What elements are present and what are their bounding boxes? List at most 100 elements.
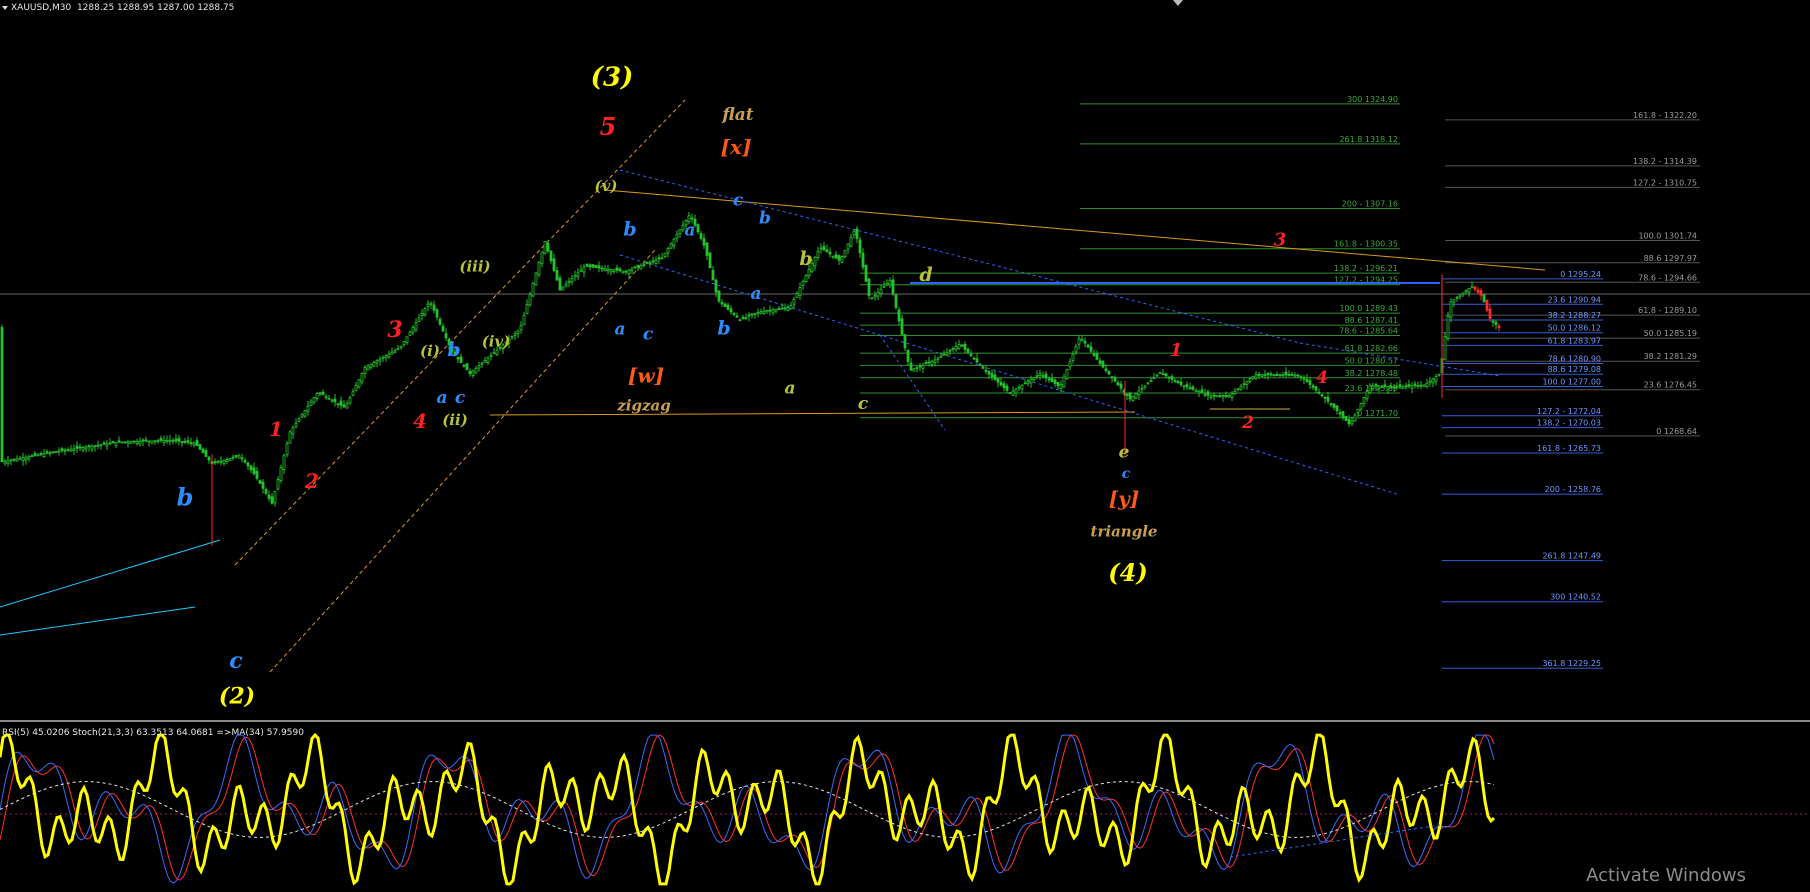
candle-body	[978, 363, 982, 366]
candle-body	[1071, 353, 1075, 361]
candle-body	[1260, 374, 1264, 378]
wave-label: b	[177, 483, 194, 512]
candle-body	[1377, 385, 1381, 389]
trendline	[269, 249, 656, 673]
candle-body	[432, 304, 436, 311]
candle-body	[1365, 391, 1369, 400]
candle-body	[1455, 296, 1459, 299]
candle-body	[1392, 386, 1396, 389]
candle-body	[1134, 393, 1138, 399]
fib-level-label: 61.8 - 1289.10	[1638, 306, 1697, 315]
candle-body	[726, 304, 730, 310]
chart-shift-marker[interactable]	[1173, 0, 1183, 6]
fib-level-label: 61.8 1283.97	[1548, 336, 1601, 345]
fib-level-label: 78.6 1280.90	[1548, 354, 1601, 363]
fib-level-label: 61.8 1282.66	[1345, 344, 1398, 353]
wave-label: flat	[721, 105, 753, 125]
oscillator-header: RSI(5) 45.0206 Stoch(21,3,3) 63.3513 64.…	[2, 728, 304, 738]
candle-body	[1116, 382, 1120, 386]
candle-body	[1293, 374, 1297, 377]
fib-level-label: 78.6 - 1294.66	[1638, 273, 1697, 282]
candle-body	[1482, 294, 1486, 303]
fib-level-label: 78.6 - 1285.64	[1339, 327, 1398, 336]
candle-body	[1053, 379, 1057, 385]
candle-body	[720, 301, 724, 305]
oscillator-pane[interactable]	[0, 722, 1810, 892]
candle-body	[606, 268, 610, 272]
candle-body	[747, 314, 751, 317]
candle-body	[1401, 386, 1405, 390]
candle-body	[390, 351, 394, 355]
candle-body	[237, 455, 241, 459]
wave-label: e	[1119, 442, 1130, 462]
candle-body	[555, 269, 559, 281]
candle-body	[1239, 385, 1243, 390]
candle-body	[1242, 383, 1246, 386]
candle-body	[1464, 290, 1468, 293]
candle-body	[183, 440, 187, 443]
fib-level-label: 300 1240.52	[1550, 593, 1601, 602]
trendline	[1299, 342, 1501, 377]
fibonacci-levels: 300 1324.90261.8 1318.12200 - 1307.16161…	[860, 95, 1700, 669]
candle-body	[309, 401, 313, 406]
candle-body	[276, 479, 280, 490]
candle-body	[1236, 388, 1240, 391]
candle-body	[126, 441, 130, 444]
candle-body	[690, 217, 694, 220]
wave-label: zigzag	[616, 397, 670, 415]
fib-level-label: 261.8 1318.12	[1339, 135, 1398, 144]
wave-label: 2	[304, 469, 319, 493]
candle-body	[81, 447, 85, 451]
candle-body	[174, 438, 178, 442]
fib-level-label: 23.6 1276.45	[1644, 381, 1697, 390]
candle-body	[972, 357, 976, 360]
candle-body	[1128, 392, 1132, 400]
candle-body	[1431, 378, 1435, 384]
candle-body	[582, 266, 586, 273]
candle-body	[465, 363, 469, 371]
candle-body	[801, 280, 805, 287]
candle-body	[78, 446, 82, 449]
candle-body	[1350, 420, 1354, 425]
candle-body	[270, 496, 274, 504]
candle-body	[765, 310, 769, 313]
fib-level-label: 161.8 - 1300.35	[1334, 240, 1398, 249]
candle-body	[750, 313, 754, 316]
candle-body	[1485, 299, 1489, 311]
candle-body	[552, 258, 556, 271]
candle-body	[513, 333, 517, 336]
candle-body	[1386, 386, 1390, 390]
wave-label: 5	[600, 112, 617, 141]
candle-body	[942, 353, 946, 356]
candle-body	[1272, 374, 1276, 377]
candle-body	[1281, 374, 1285, 377]
candle-body	[828, 251, 832, 255]
candle-body	[252, 467, 256, 475]
candle-body	[522, 314, 526, 326]
candle-body	[1110, 376, 1114, 379]
candle-body	[966, 348, 970, 353]
price-chart[interactable]: 300 1324.90261.8 1318.12200 - 1307.16161…	[0, 0, 1810, 720]
candle-body	[981, 366, 985, 369]
candle-body	[318, 392, 322, 395]
candle-body	[156, 440, 160, 443]
ohlc-values: 1288.25 1288.95 1287.00 1288.75	[76, 3, 235, 13]
candle-body	[1107, 370, 1111, 375]
candle-body	[1215, 395, 1219, 398]
candle-body	[822, 245, 826, 251]
candle-body	[1368, 385, 1372, 394]
candle-body	[837, 255, 841, 261]
candle-body	[1329, 403, 1333, 406]
candle-body	[1278, 374, 1282, 377]
candle-body	[1488, 308, 1492, 320]
dropdown-icon[interactable]	[2, 5, 8, 10]
candle-body	[702, 238, 706, 246]
candle-body	[792, 299, 796, 305]
candle-body	[225, 458, 229, 462]
candle-body	[786, 307, 790, 312]
candle-body	[201, 448, 205, 454]
candle-body	[1152, 377, 1156, 380]
fib-level-label: 88.6 1287.41	[1345, 316, 1398, 325]
candle-body	[573, 275, 577, 278]
candle-body	[774, 308, 778, 312]
